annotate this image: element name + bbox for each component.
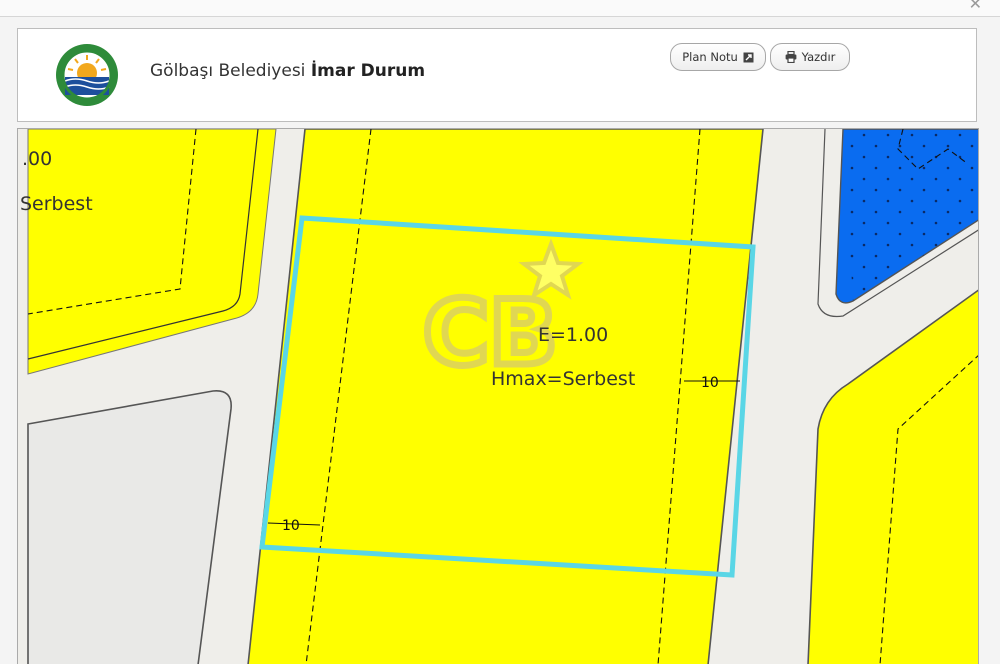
municipality-name: Gölbaşı Belediyesi [150,61,306,81]
report-header: Gölbaşı Belediyesi İmar Durum Plan Notu … [17,28,977,122]
setback-label-right: 10 [701,375,719,391]
setback-label-bottom-left: 10 [282,518,300,534]
plan-note-button[interactable]: Plan Notu [670,43,766,71]
zoning-map[interactable]: CB E=1.00 Hmax=Serbest .00 Serbest 10 10 [17,128,979,664]
plan-note-label: Plan Notu [682,50,738,64]
municipality-seal-icon [55,43,119,107]
left-parcel-height-label: Serbest [20,193,93,215]
parcel-far-label: E=1.00 [538,324,608,346]
parcel-height-label: Hmax=Serbest [491,368,635,390]
page-title: Gölbaşı Belediyesi İmar Durum [150,61,425,81]
zone-block-center [247,129,764,664]
section-name: İmar Durum [310,61,426,81]
printer-icon [785,51,797,63]
window-top-bar: ✕ [0,0,1000,17]
print-label: Yazdır [801,50,836,64]
left-parcel-far-label: .00 [22,148,52,170]
external-link-icon [743,52,754,62]
gray-parcel-left-lower [27,390,232,664]
close-icon[interactable]: ✕ [969,0,982,13]
print-button[interactable]: Yazdır [770,43,850,71]
